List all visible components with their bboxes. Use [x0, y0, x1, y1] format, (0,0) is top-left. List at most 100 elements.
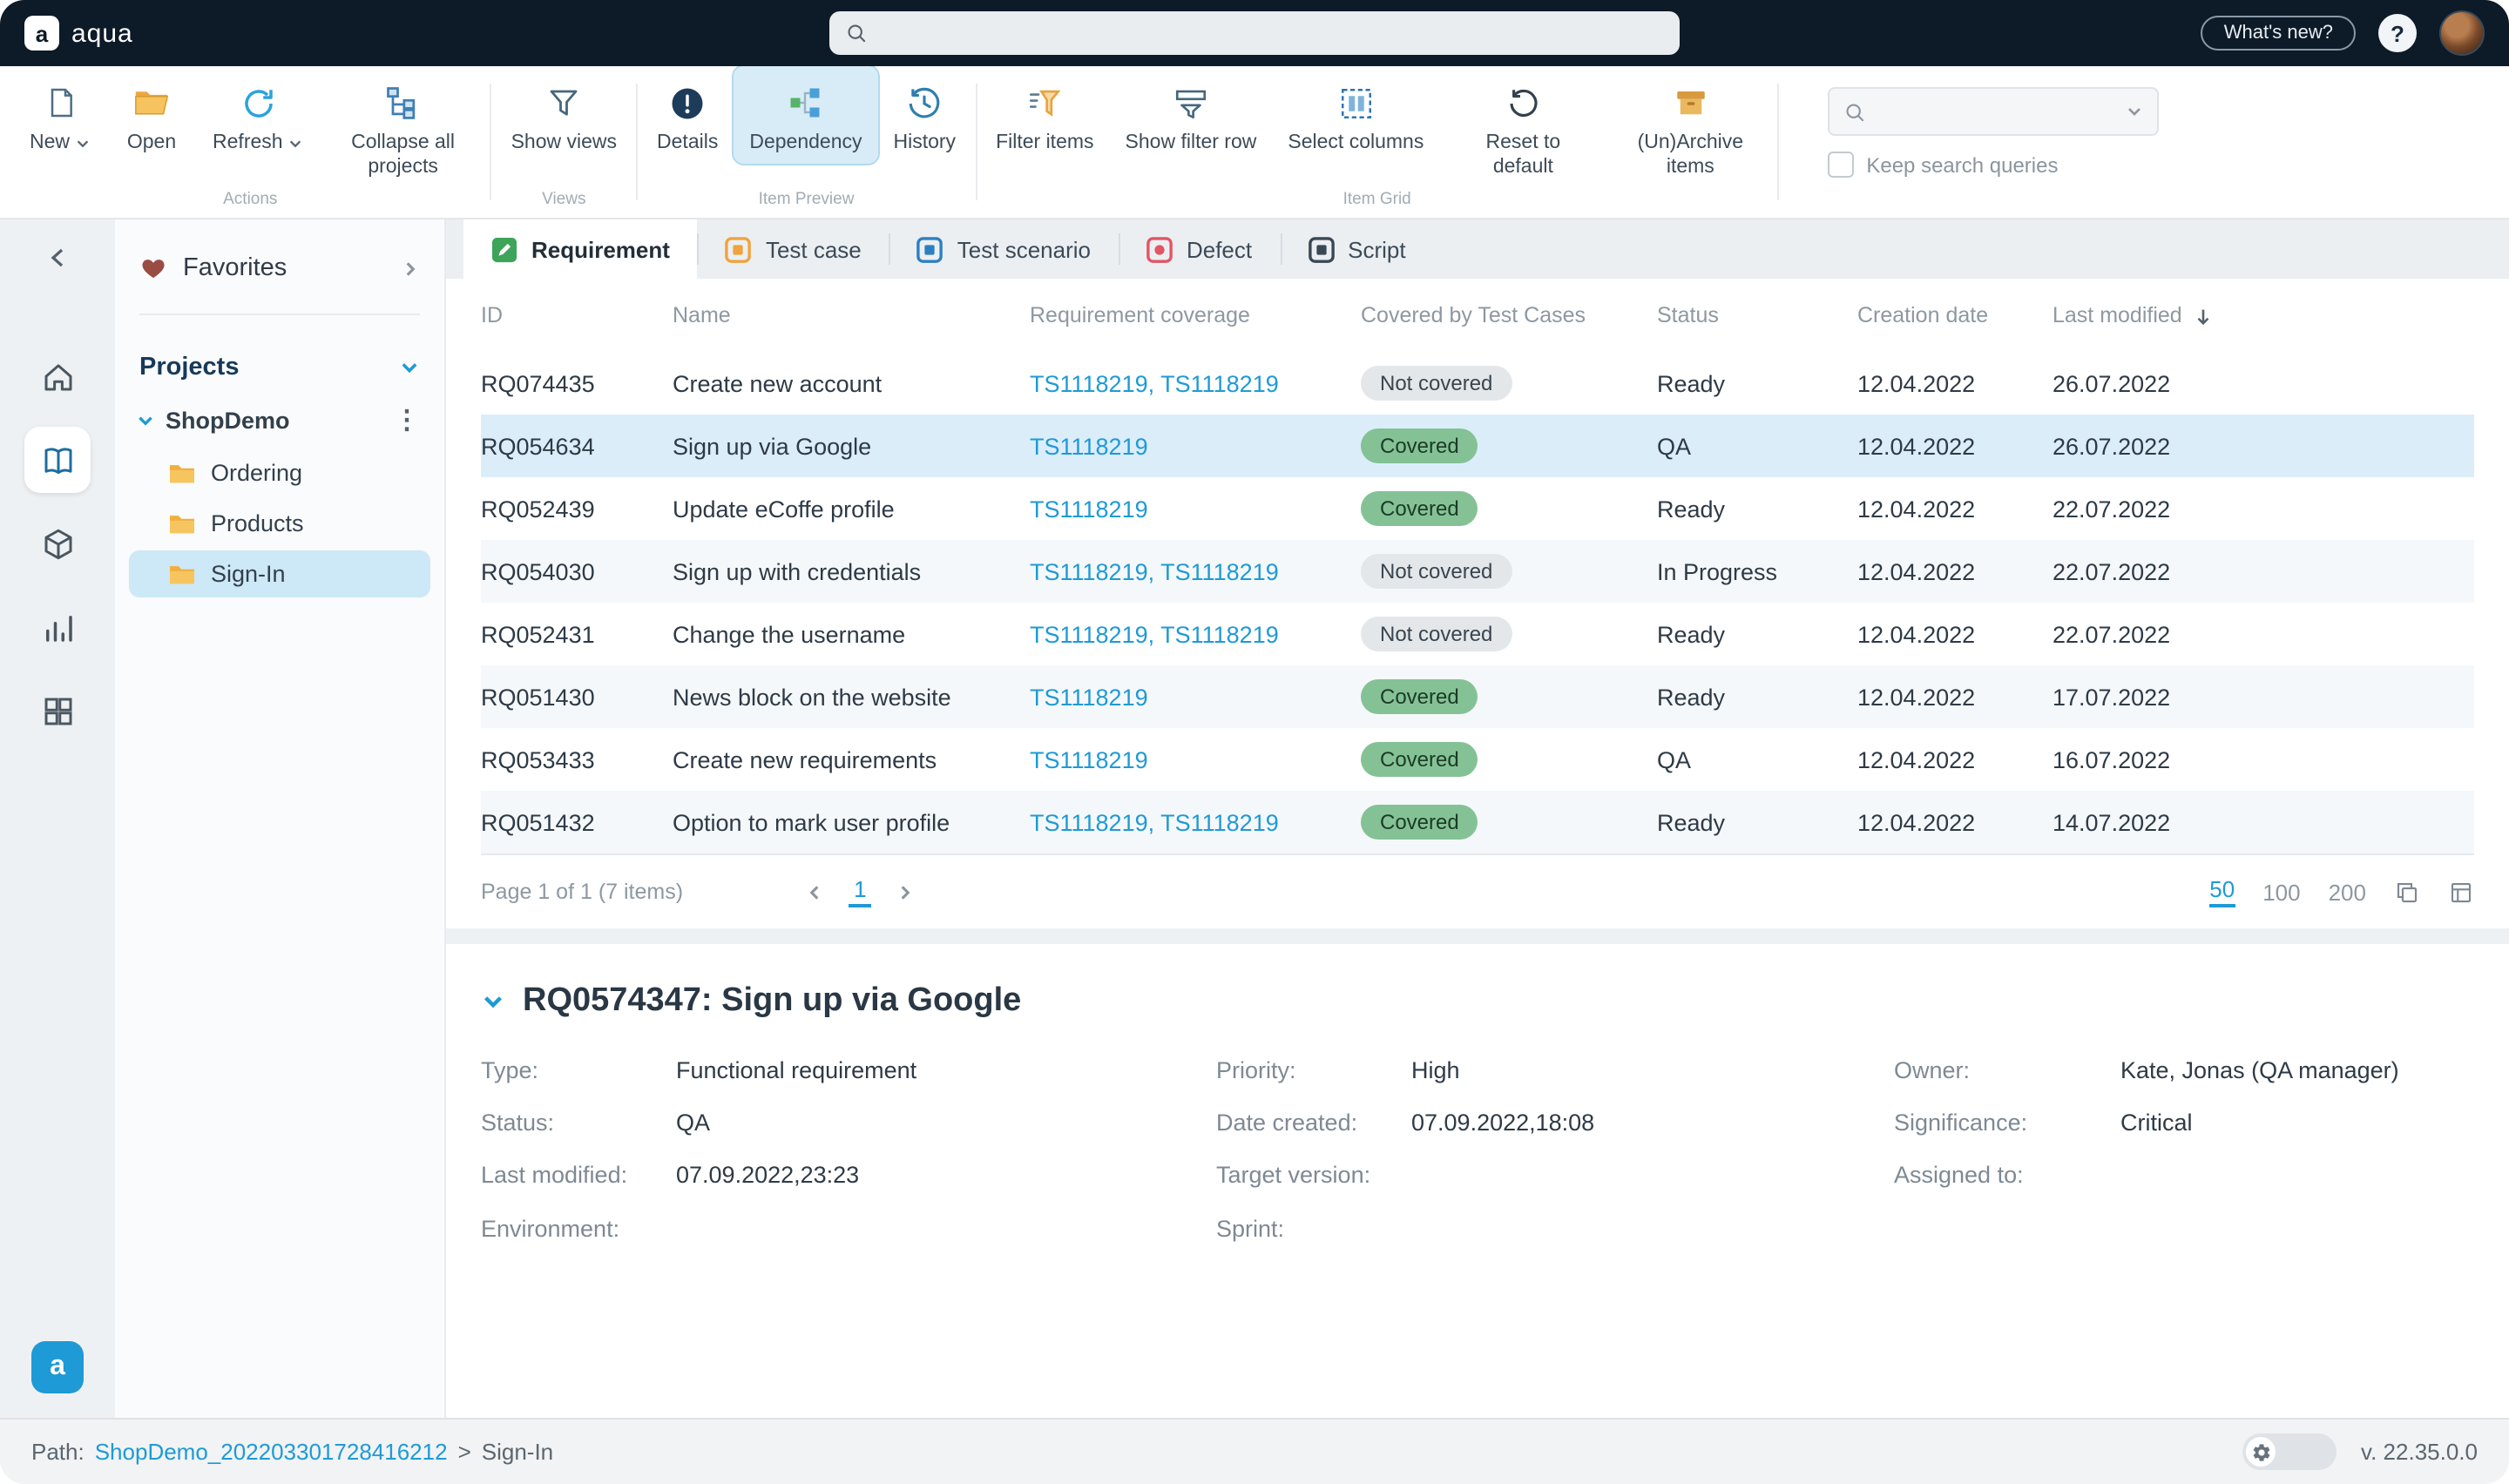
coverage-badge: Not covered	[1361, 554, 1512, 589]
page-size-200[interactable]: 200	[2329, 879, 2366, 905]
whats-new-button[interactable]: What's new?	[2201, 16, 2356, 51]
coverage-link[interactable]: TS1118219	[1030, 684, 1148, 710]
column-header-covered[interactable]: Covered by Test Cases	[1361, 303, 1657, 327]
previous-page-icon[interactable]	[805, 882, 824, 901]
coverage-link[interactable]: TS1118219, TS1118219	[1030, 809, 1279, 835]
avatar[interactable]	[2439, 10, 2485, 56]
folder-item[interactable]: Sign-In	[129, 550, 430, 597]
coverage-link[interactable]: TS1118219	[1030, 746, 1148, 772]
table-row[interactable]: RQ054030 Sign up with credentials TS1118…	[481, 540, 2474, 603]
project-menu-kebab-icon[interactable]: ⋮	[394, 408, 420, 434]
project-shopdemo[interactable]: ShopDemo ⋮	[115, 395, 444, 446]
table-row[interactable]: RQ051430 News block on the website TS111…	[481, 665, 2474, 728]
tab-requirement[interactable]: Requirement	[463, 219, 698, 279]
coverage-link[interactable]: TS1118219, TS1118219	[1030, 370, 1279, 396]
reset-to-default-button[interactable]: Reset to default	[1439, 66, 1606, 186]
detail-field: Date created: 07.09.2022,18:08	[1216, 1108, 1894, 1139]
filter-items-button[interactable]: Filter items	[980, 66, 1109, 163]
refresh-icon	[240, 82, 276, 124]
table-row[interactable]: RQ051432 Option to mark user profile TS1…	[481, 791, 2474, 853]
select-columns-button[interactable]: Select columns	[1272, 66, 1439, 163]
show-views-button[interactable]: Show views	[496, 66, 632, 163]
page-size-100[interactable]: 100	[2262, 879, 2300, 905]
show-filter-row-button[interactable]: Show filter row	[1110, 66, 1273, 163]
table-row[interactable]: RQ053433 Create new requirements TS11182…	[481, 728, 2474, 791]
column-header-last-modified[interactable]: Last modified	[2053, 303, 2474, 327]
column-header-creation-date[interactable]: Creation date	[1857, 303, 2053, 327]
favorites-section[interactable]: Favorites	[115, 237, 444, 300]
keep-search-queries-option[interactable]: Keep search queries	[1828, 152, 2159, 178]
collapse-all-projects-button[interactable]: Collapse all projects	[320, 66, 487, 186]
copy-icon[interactable]	[2394, 879, 2420, 905]
nav-reports-button[interactable]	[24, 594, 91, 660]
tab-test-scenario[interactable]: Test scenario	[889, 219, 1119, 279]
global-search-input[interactable]	[829, 11, 1680, 55]
chevron-right-icon[interactable]	[401, 259, 420, 278]
section-divider	[446, 928, 2509, 944]
nav-apps-button[interactable]	[24, 678, 91, 744]
table-row[interactable]: RQ052431 Change the username TS1118219, …	[481, 603, 2474, 665]
column-header-id[interactable]: ID	[481, 303, 673, 327]
path-current-item: Sign-In	[481, 1439, 554, 1465]
folder-item[interactable]: Products	[129, 500, 430, 547]
cell-creation-date: 12.04.2022	[1857, 809, 1976, 835]
open-button[interactable]: Open	[106, 66, 197, 163]
detail-field: Significance: Critical	[1894, 1108, 2474, 1139]
collapse-detail-chevron-icon[interactable]	[481, 989, 505, 1014]
toolbar-divider	[975, 84, 977, 200]
coverage-link[interactable]: TS1118219	[1030, 433, 1148, 459]
chevron-down-icon[interactable]	[399, 357, 420, 378]
cell-id: RQ074435	[481, 370, 595, 396]
field-value	[1411, 1213, 1894, 1245]
dependency-icon	[787, 82, 825, 124]
projects-section-header[interactable]: Projects	[115, 329, 444, 395]
nav-package-button[interactable]	[24, 510, 91, 577]
field-value: Kate, Jonas (QA manager)	[2120, 1057, 2399, 1083]
path-project-link[interactable]: ShopDemo_202203301728416212	[95, 1439, 448, 1465]
column-header-name[interactable]: Name	[673, 303, 1030, 327]
checkbox-icon[interactable]	[1828, 152, 1855, 178]
toolbar-search-input[interactable]	[1828, 87, 2160, 136]
history-button[interactable]: History	[878, 66, 972, 163]
settings-toggle[interactable]	[2242, 1433, 2337, 1470]
tab-defect[interactable]: Defect	[1118, 219, 1280, 279]
column-header-status[interactable]: Status	[1657, 303, 1857, 327]
chevron-down-icon[interactable]	[2126, 103, 2143, 120]
export-grid-icon[interactable]	[2448, 879, 2474, 905]
filter-items-icon	[1025, 82, 1065, 124]
new-button[interactable]: New	[14, 66, 106, 163]
folder-item[interactable]: Ordering	[129, 449, 430, 496]
detail-field: Assigned to:	[1894, 1161, 2474, 1192]
keep-search-queries-label: Keep search queries	[1866, 152, 2059, 177]
path-label: Path:	[31, 1439, 85, 1465]
tab-script[interactable]: Script	[1280, 219, 1433, 279]
cell-last-modified: 26.07.2022	[2053, 433, 2171, 459]
page-size-50[interactable]: 50	[2209, 876, 2235, 907]
nav-projects-button[interactable]	[24, 427, 91, 493]
coverage-badge: Covered	[1361, 742, 1478, 777]
collapse-sidebar-button[interactable]	[37, 244, 78, 277]
sort-descending-icon	[2198, 308, 2210, 325]
help-button[interactable]: ?	[2378, 14, 2417, 52]
detail-header[interactable]: RQ0574347: Sign up via Google	[481, 982, 2474, 1021]
group-caption-item-preview: Item Preview	[758, 190, 855, 209]
details-button[interactable]: Details	[641, 66, 734, 163]
coverage-link[interactable]: TS1118219	[1030, 496, 1148, 522]
table-row[interactable]: RQ054634 Sign up via Google TS1118219 Co…	[481, 415, 2474, 477]
table-row[interactable]: RQ074435 Create new account TS1118219, T…	[481, 352, 2474, 415]
table-row[interactable]: RQ052439 Update eCoffe profile TS1118219…	[481, 477, 2474, 540]
cell-id: RQ053433	[481, 746, 595, 772]
tab-test-case[interactable]: Test case	[697, 219, 889, 279]
unarchive-items-button[interactable]: (Un)Archive items	[1606, 66, 1774, 186]
coverage-link[interactable]: TS1118219, TS1118219	[1030, 621, 1279, 647]
current-page[interactable]: 1	[849, 876, 872, 907]
chevron-down-icon[interactable]	[136, 411, 155, 430]
nav-home-button[interactable]	[24, 343, 91, 409]
column-header-coverage[interactable]: Requirement coverage	[1030, 303, 1361, 327]
refresh-button[interactable]: Refresh	[197, 66, 320, 163]
brand[interactable]: a aqua	[24, 16, 133, 51]
next-page-icon[interactable]	[896, 882, 916, 901]
reset-icon	[1505, 82, 1541, 124]
coverage-link[interactable]: TS1118219, TS1118219	[1030, 558, 1279, 584]
dependency-button[interactable]: Dependency	[732, 64, 880, 165]
